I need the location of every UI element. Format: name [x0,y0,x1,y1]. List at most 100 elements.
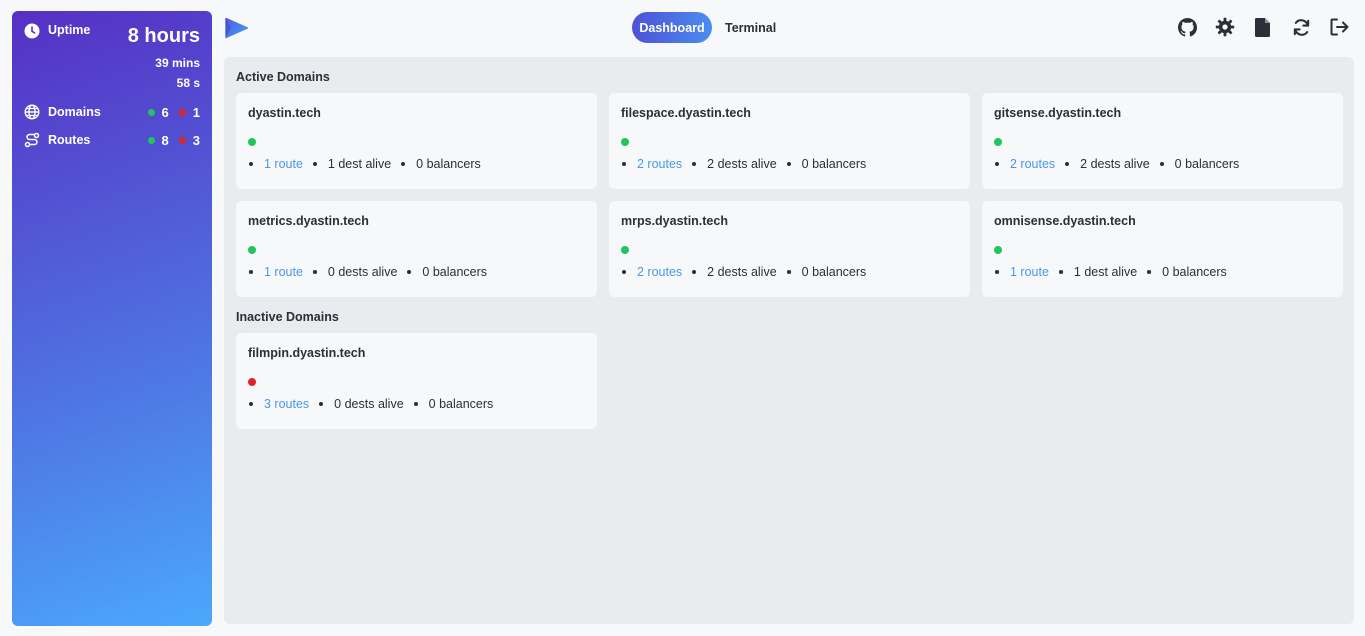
bullet [1147,270,1152,274]
status-dot [621,138,629,146]
dests-alive: 0 dests alive [327,265,398,279]
bullet [413,402,418,406]
routes-item: 1 route [249,157,303,171]
domain-status [248,373,256,391]
domains-up-count: 6 [161,104,169,120]
domain-name: filespace.dyastin.tech [621,106,751,120]
routes-item: 1 route [995,265,1049,279]
balancers-count: 0 balancers [1174,157,1240,171]
dests-item: 1 dest alive [1058,265,1137,279]
bullet [312,270,317,274]
up-dot [147,136,155,144]
routes-link[interactable]: 2 routes [1010,157,1055,171]
inactive-domains-grid: filmpin.dyastin.tech 3 routes 0 dests aliv… [236,333,1342,429]
domain-meta: 1 route 1 dest alive 0 balancers [995,265,1237,279]
bullet [622,270,626,274]
tab-dashboard[interactable]: Dashboard [632,12,712,43]
bullet [319,402,324,406]
settings-icon[interactable] [1215,17,1235,37]
balancers-item: 0 balancers [1159,157,1240,171]
domains-label: Domains [48,105,101,119]
app-logo-icon[interactable] [225,17,249,39]
balancers-count: 0 balancers [428,397,494,411]
refresh-icon[interactable] [1291,17,1311,37]
route-icon [24,132,40,148]
routes-label: Routes [48,133,91,147]
dests-alive: 2 dests alive [707,157,777,171]
active-domains-title: Active Domains [236,70,330,84]
bullet [1065,162,1070,166]
domain-meta: 3 routes 0 dests alive 0 balancers [249,397,503,411]
balancers-item: 0 balancers [407,265,487,279]
balancers-count: 0 balancers [422,265,488,279]
balancers-item: 0 balancers [786,157,866,171]
domain-meta: 2 routes 2 dests alive 0 balancers [995,157,1249,171]
inactive-domains-title: Inactive Domains [236,310,339,324]
dests-alive: 2 dests alive [1080,157,1150,171]
routes-item: 2 routes [995,157,1055,171]
main-panel: Active Domains dyastin.tech 1 route 1 dest… [224,57,1354,624]
bullet [692,162,697,166]
routes-link[interactable]: 1 route [264,265,303,279]
bullet [401,162,406,166]
routes-link[interactable]: 2 routes [637,157,682,171]
domains-counts: 6 1 [147,102,200,122]
dests-item: 2 dests alive [1065,157,1150,171]
dests-item: 0 dests alive [312,265,398,279]
routes-item: 2 routes [622,265,682,279]
routes-link[interactable]: 3 routes [264,397,309,411]
dests-item: 2 dests alive [692,265,777,279]
domain-card[interactable]: mrps.dyastin.tech 2 routes 2 dests alive 0 … [609,201,970,297]
dests-item: 2 dests alive [692,157,777,171]
domain-name: omnisense.dyastin.tech [994,214,1136,228]
dests-alive: 2 dests alive [707,265,777,279]
routes-item: 3 routes [249,397,309,411]
bullet [786,270,791,274]
document-icon[interactable] [1253,17,1273,37]
bullet [249,270,253,274]
status-dot [994,138,1002,146]
dests-alive: 1 dest alive [327,157,392,171]
bullet [1159,162,1164,166]
bullet [249,402,253,406]
domain-card[interactable]: dyastin.tech 1 route 1 dest alive 0 balance… [236,93,597,189]
domain-card[interactable]: filmpin.dyastin.tech 3 routes 0 dests aliv… [236,333,597,429]
github-icon[interactable] [1177,17,1197,37]
balancers-item: 0 balancers [413,397,494,411]
logout-icon[interactable] [1329,17,1349,37]
uptime-label: Uptime [48,23,91,37]
uptime-row: Uptime 8 hours [24,23,200,47]
domain-card[interactable]: omnisense.dyastin.tech 1 route 1 dest aliv… [982,201,1343,297]
domain-status [248,241,256,259]
bullet [312,162,317,166]
domain-name: mrps.dyastin.tech [621,214,728,228]
routes-link[interactable]: 1 route [264,157,303,171]
status-dot [248,378,256,386]
routes-up-count: 8 [161,132,169,148]
down-dot [178,108,186,116]
bullet [995,270,999,274]
dests-item: 1 dest alive [312,157,392,171]
routes-down-count: 3 [192,132,200,148]
toolbar [1177,17,1349,37]
balancers-count: 0 balancers [801,265,867,279]
bullet [786,162,791,166]
domain-card[interactable]: metrics.dyastin.tech 1 route 0 dests alive… [236,201,597,297]
domain-status [621,133,629,151]
bullet [622,162,626,166]
routes-link[interactable]: 1 route [1010,265,1049,279]
domain-meta: 1 route 0 dests alive 0 balancers [249,265,497,279]
status-dot [621,246,629,254]
domain-status [994,133,1002,151]
domain-meta: 2 routes 2 dests alive 0 balancers [622,157,876,171]
tab-terminal[interactable]: Terminal [712,12,786,43]
routes-row: Routes 8 3 [24,130,200,150]
uptime-secs: 58 s [176,76,200,90]
routes-counts: 8 3 [147,130,200,150]
uptime-hours: 8 hours [127,25,200,47]
up-dot [147,108,155,116]
domain-card[interactable]: filespace.dyastin.tech 2 routes 2 dests al… [609,93,970,189]
balancers-item: 0 balancers [1147,265,1227,279]
routes-link[interactable]: 2 routes [637,265,682,279]
domain-card[interactable]: gitsense.dyastin.tech 2 routes 2 dests ali… [982,93,1343,189]
